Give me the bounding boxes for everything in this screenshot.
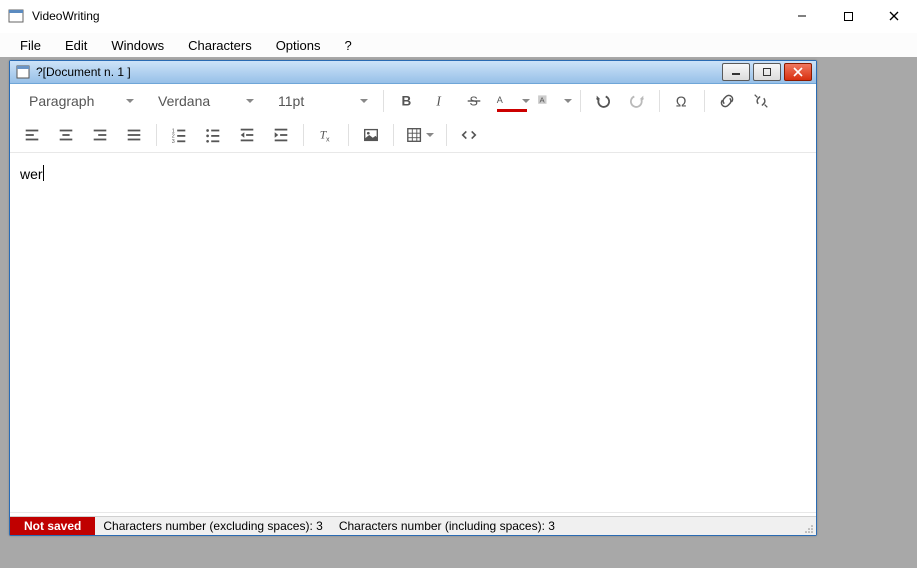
bold-button[interactable]: B (392, 87, 420, 115)
unlink-button[interactable] (747, 87, 775, 115)
clear-format-button[interactable]: Tx (312, 121, 340, 149)
app-title: VideoWriting (32, 9, 100, 23)
size-dropdown-label: 11pt (278, 93, 304, 109)
svg-text:I: I (435, 94, 442, 109)
align-center-button[interactable] (52, 121, 80, 149)
code-button[interactable] (455, 121, 483, 149)
chevron-down-icon (126, 99, 134, 103)
document-window: ?[Document n. 1 ] Paragraph Verdana 11pt… (9, 60, 817, 536)
outdent-button[interactable] (233, 121, 261, 149)
text-cursor (43, 165, 44, 181)
undo-button[interactable] (589, 87, 617, 115)
document-titlebar[interactable]: ?[Document n. 1 ] (10, 61, 816, 84)
size-dropdown[interactable]: 11pt (267, 87, 375, 115)
document-text: wer (20, 166, 43, 182)
svg-text:A: A (497, 95, 504, 105)
menu-characters[interactable]: Characters (176, 34, 264, 57)
ordered-list-button[interactable]: 123 (165, 121, 193, 149)
maximize-button[interactable] (825, 0, 871, 32)
menubar: File Edit Windows Characters Options ? (0, 33, 917, 59)
svg-text:Ω: Ω (676, 94, 687, 110)
highlight-button[interactable]: A (536, 87, 572, 115)
align-left-button[interactable] (18, 121, 46, 149)
align-justify-button[interactable] (120, 121, 148, 149)
redo-button[interactable] (623, 87, 651, 115)
unordered-list-button[interactable] (199, 121, 227, 149)
menu-file[interactable]: File (8, 34, 53, 57)
paragraph-dropdown-label: Paragraph (29, 93, 94, 109)
save-status-badge: Not saved (10, 517, 95, 535)
close-button[interactable] (871, 0, 917, 32)
svg-text:B: B (402, 94, 412, 109)
chevron-down-icon (246, 99, 254, 103)
menu-help[interactable]: ? (333, 34, 364, 57)
mdi-workspace: ?[Document n. 1 ] Paragraph Verdana 11pt… (0, 57, 917, 568)
paragraph-dropdown[interactable]: Paragraph (18, 87, 141, 115)
font-dropdown[interactable]: Verdana (147, 87, 261, 115)
link-button[interactable] (713, 87, 741, 115)
table-button[interactable] (402, 121, 438, 149)
chevron-down-icon (564, 99, 572, 103)
chevron-down-icon (426, 133, 434, 137)
image-button[interactable] (357, 121, 385, 149)
text-color-button[interactable]: A (494, 87, 530, 115)
svg-text:A: A (540, 95, 546, 104)
menu-windows[interactable]: Windows (99, 34, 176, 57)
char-count-incl: Characters number (including spaces): 3 (331, 517, 563, 535)
minimize-button[interactable] (779, 0, 825, 32)
char-count-excl: Characters number (excluding spaces): 3 (95, 517, 330, 535)
svg-text:x: x (326, 134, 330, 143)
chevron-down-icon (522, 99, 530, 103)
menu-edit[interactable]: Edit (53, 34, 99, 57)
chevron-down-icon (360, 99, 368, 103)
font-dropdown-label: Verdana (158, 93, 210, 109)
strikethrough-button[interactable]: S (460, 87, 488, 115)
app-icon (8, 8, 24, 24)
doc-maximize-button[interactable] (753, 63, 781, 81)
doc-close-button[interactable] (784, 63, 812, 81)
editor-content[interactable]: wer (10, 153, 816, 512)
indent-button[interactable] (267, 121, 295, 149)
editor-toolbar: Paragraph Verdana 11pt B I S A A Ω (10, 84, 816, 153)
resize-grip-icon[interactable] (798, 517, 816, 535)
italic-button[interactable]: I (426, 87, 454, 115)
document-icon (16, 65, 30, 79)
special-char-button[interactable]: Ω (668, 87, 696, 115)
svg-text:3: 3 (172, 139, 175, 144)
menu-options[interactable]: Options (264, 34, 333, 57)
align-right-button[interactable] (86, 121, 114, 149)
app-titlebar: VideoWriting (0, 0, 917, 33)
document-title: ?[Document n. 1 ] (36, 65, 131, 79)
app-statusbar: Not saved Characters number (excluding s… (10, 516, 816, 535)
doc-minimize-button[interactable] (722, 63, 750, 81)
